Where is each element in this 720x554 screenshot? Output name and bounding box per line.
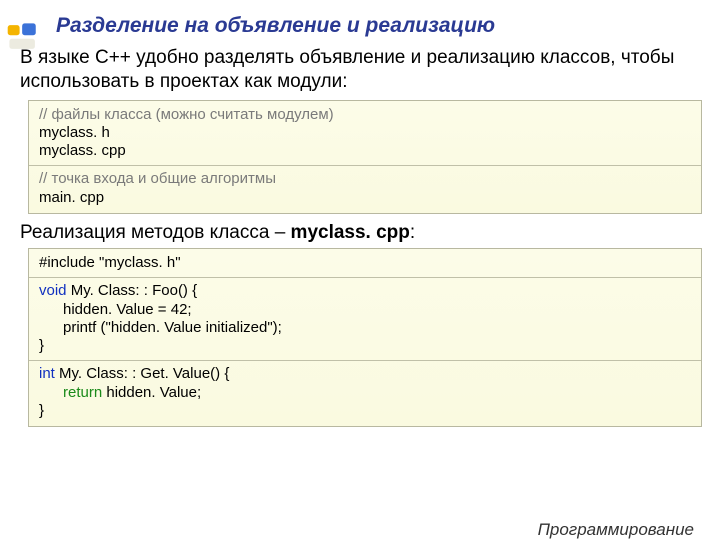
- keyword-return: return: [63, 384, 102, 401]
- divider: [29, 165, 701, 166]
- code-line: hidden. Value = 42;: [39, 301, 691, 319]
- keyword: void: [39, 282, 67, 299]
- code-text: My. Class: : Get. Value() {: [55, 365, 230, 382]
- code-line: }: [39, 337, 691, 355]
- code-line: myclass. cpp: [39, 142, 691, 160]
- code-line: printf ("hidden. Value initialized");: [39, 319, 691, 337]
- logo-icon: [6, 20, 40, 54]
- divider: [29, 277, 701, 278]
- code-text: My. Class: : Foo() {: [67, 282, 198, 299]
- intro-text: В языке C++ удобно разделять объявление …: [20, 46, 702, 94]
- code-comment: // точка входа и общие алгоритмы: [39, 170, 691, 188]
- footer-label: Программирование: [538, 520, 694, 540]
- page-title: Разделение на объявление и реализацию: [56, 14, 720, 38]
- subhead-filename: myclass. cpp: [291, 222, 410, 243]
- code-line: void My. Class: : Foo() {: [39, 282, 691, 300]
- subhead-text: Реализация методов класса –: [20, 222, 291, 243]
- impl-codebox: #include "myclass. h" void My. Class: : …: [28, 248, 702, 427]
- keyword: int: [39, 365, 55, 382]
- code-line: main. cpp: [39, 189, 691, 207]
- code-line: #include "myclass. h": [39, 254, 691, 272]
- code-comment: // файлы класса (можно считать модулем): [39, 106, 691, 124]
- code-line: }: [39, 402, 691, 420]
- subhead-tail: :: [410, 222, 415, 243]
- divider: [29, 360, 701, 361]
- files-codebox: // файлы класса (можно считать модулем) …: [28, 100, 702, 214]
- section-subhead: Реализация методов класса – myclass. cpp…: [20, 222, 702, 244]
- code-line: return hidden. Value;: [39, 384, 691, 402]
- code-line: int My. Class: : Get. Value() {: [39, 365, 691, 383]
- code-text: hidden. Value;: [102, 384, 201, 401]
- code-line: myclass. h: [39, 124, 691, 142]
